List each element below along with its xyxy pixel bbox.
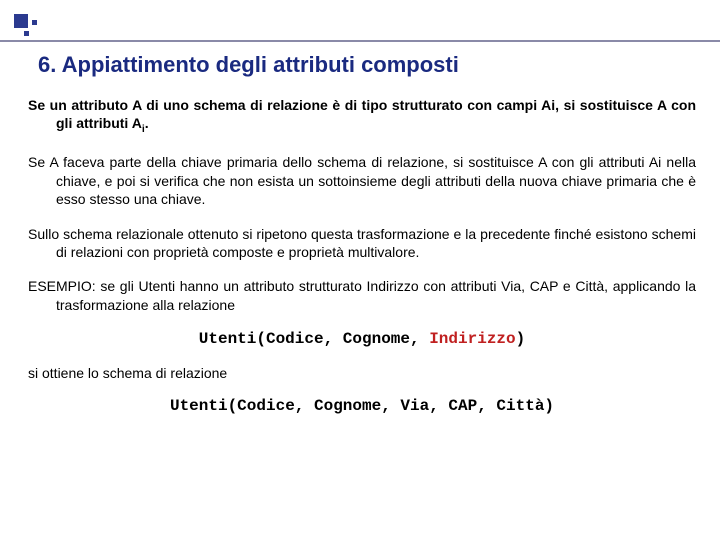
paragraph-1-text-a: Se un attributo A di uno schema di relaz… — [28, 97, 696, 131]
paragraph-4: ESEMPIO: se gli Utenti hanno un attribut… — [28, 277, 696, 314]
paragraph-1: Se un attributo A di uno schema di relaz… — [28, 96, 696, 137]
slide-title: 6. Appiattimento degli attributi compost… — [38, 52, 696, 78]
schema-after: Utenti(Codice, Cognome, Via, CAP, Città) — [28, 397, 696, 415]
slide-content: 6. Appiattimento degli attributi compost… — [28, 52, 696, 431]
followup-text: si ottiene lo schema di relazione — [28, 364, 696, 382]
decor-square-small-2 — [24, 31, 29, 36]
schema-before-prefix: Utenti(Codice, Cognome, — [199, 330, 429, 348]
decor-square-small-1 — [32, 20, 37, 25]
schema-before: Utenti(Codice, Cognome, Indirizzo) — [28, 330, 696, 348]
schema-before-highlight: Indirizzo — [429, 330, 515, 348]
decor-horizontal-line — [0, 40, 720, 42]
paragraph-1-text-b: . — [145, 115, 149, 131]
paragraph-3: Sullo schema relazionale ottenuto si rip… — [28, 225, 696, 262]
schema-before-suffix: ) — [516, 330, 526, 348]
decor-square-large — [14, 14, 28, 28]
paragraph-2: Se A faceva parte della chiave primaria … — [28, 153, 696, 208]
